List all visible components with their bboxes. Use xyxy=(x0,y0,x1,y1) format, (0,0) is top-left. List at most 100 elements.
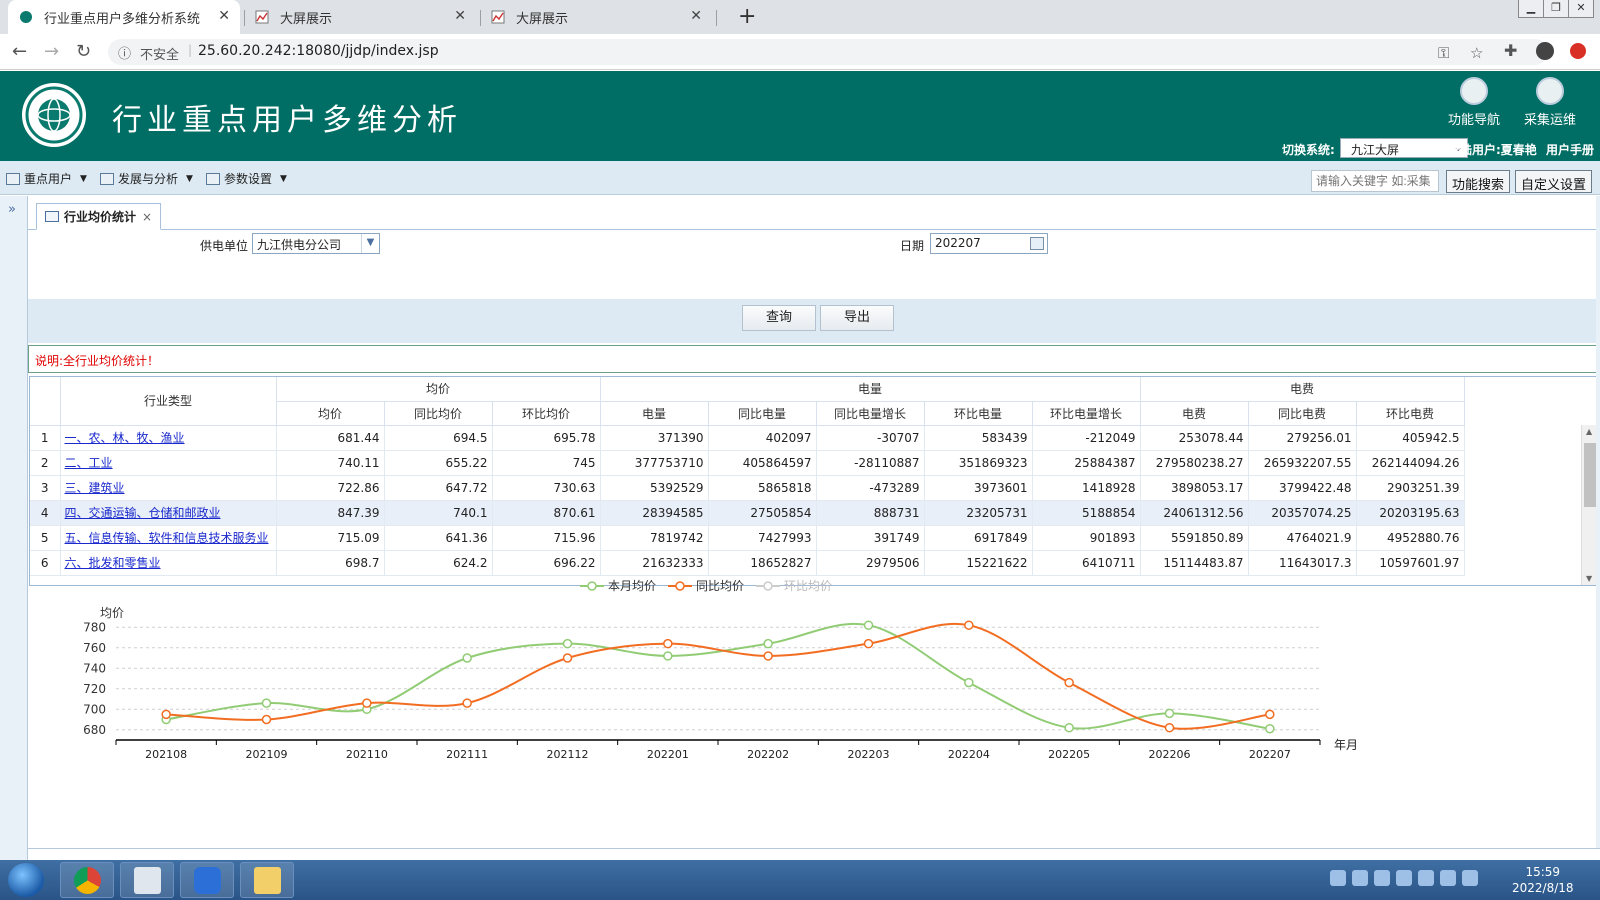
function-search-button[interactable]: 功能搜索 xyxy=(1446,170,1511,193)
nav-tool-button[interactable]: 功能导航 xyxy=(1448,77,1500,128)
custom-settings-button[interactable]: 自定义设置 xyxy=(1515,170,1593,193)
clock[interactable]: 15:59 2022/8/18 xyxy=(1512,864,1574,896)
export-button[interactable]: 导出 xyxy=(820,305,894,331)
calendar-icon[interactable] xyxy=(1030,237,1044,250)
data-point[interactable] xyxy=(562,638,573,649)
industry-link[interactable]: 三、建筑业 xyxy=(65,481,125,495)
browser-tab-2[interactable]: 大屏展示 ✕ xyxy=(244,0,476,34)
data-point[interactable] xyxy=(261,698,272,708)
industry-link[interactable]: 五、信息传输、软件和信息技术服务业 xyxy=(65,531,269,545)
date-input[interactable]: 202207 xyxy=(930,233,1048,254)
ops-tool-button[interactable]: 采集运维 xyxy=(1524,77,1576,128)
data-point[interactable] xyxy=(462,698,472,708)
forward-icon[interactable]: → xyxy=(44,41,59,62)
data-point[interactable] xyxy=(562,653,573,663)
taskbar-calculator[interactable] xyxy=(120,862,174,898)
url-box[interactable]: ⓘ 不安全 | 25.60.20.242:18080/jjdp/index.js… xyxy=(108,39,1548,65)
profile-icon[interactable] xyxy=(1536,42,1554,60)
key-icon[interactable]: ⚿ xyxy=(1438,44,1449,62)
legend-label[interactable]: 本月均价 xyxy=(608,579,656,593)
tray-icon[interactable] xyxy=(1374,870,1390,886)
scroll-thumb[interactable] xyxy=(1584,443,1596,507)
close-icon[interactable]: ✕ xyxy=(454,8,466,24)
column-header[interactable]: 同比电量增长 xyxy=(816,401,925,426)
tray-icon[interactable] xyxy=(1440,870,1456,886)
table-row[interactable]: 1 一、农、林、牧、渔业 681.44 694.5 695.78 371390 402097… xyxy=(30,425,1465,451)
data-point[interactable] xyxy=(964,677,974,688)
volume-icon[interactable] xyxy=(1462,870,1478,886)
legend-marker[interactable] xyxy=(763,581,773,591)
new-tab-button[interactable]: + xyxy=(738,4,756,29)
table-row[interactable]: 6 六、批发和零售业 698.7 624.2 696.22 21632333 1865282… xyxy=(30,550,1465,576)
table-row[interactable]: 5 五、信息传输、软件和信息技术服务业 715.09 641.36 715.96 7819… xyxy=(30,525,1465,551)
column-header[interactable]: 电费 xyxy=(1140,401,1249,426)
unit-select[interactable]: 九江供电分公司 ▼ xyxy=(252,233,380,254)
data-point[interactable] xyxy=(663,651,673,661)
menu-parameters[interactable]: 参数设置 ▼ xyxy=(206,170,287,187)
legend-label[interactable]: 环比均价 xyxy=(784,579,832,593)
table-row[interactable]: 3 三、建筑业 722.86 647.72 730.63 5392529 5865818 -4… xyxy=(30,475,1465,501)
column-header[interactable]: 环比均价 xyxy=(492,401,601,426)
function-search-input[interactable] xyxy=(1311,170,1439,192)
industry-link[interactable]: 六、批发和零售业 xyxy=(65,556,161,570)
data-point[interactable] xyxy=(462,653,472,663)
browser-tab-3[interactable]: 大屏展示 ✕ xyxy=(480,0,712,34)
reload-icon[interactable]: ↻ xyxy=(76,41,91,62)
close-icon[interactable]: × xyxy=(142,210,152,224)
data-point[interactable] xyxy=(161,709,171,720)
data-point[interactable] xyxy=(964,620,974,630)
legend-marker[interactable] xyxy=(587,581,597,591)
data-point[interactable] xyxy=(863,620,874,630)
industry-link[interactable]: 一、农、林、牧、渔业 xyxy=(65,431,185,445)
tray-icon[interactable] xyxy=(1330,870,1346,886)
table-row[interactable]: 2 二、工业 740.11 655.22 745 377753710 405864597 -2… xyxy=(30,450,1465,476)
close-icon[interactable]: ✕ xyxy=(218,8,230,24)
industry-link[interactable]: 四、交通运输、仓储和邮政业 xyxy=(65,506,221,520)
column-header[interactable]: 同比均价 xyxy=(384,401,493,426)
data-point[interactable] xyxy=(1164,722,1175,733)
data-point[interactable] xyxy=(763,651,773,661)
tray-icon[interactable] xyxy=(1352,870,1368,886)
star-icon[interactable]: ☆ xyxy=(1470,44,1483,62)
taskbar-wps[interactable] xyxy=(180,862,234,898)
taskbar-explorer[interactable] xyxy=(240,862,294,898)
data-point[interactable] xyxy=(1064,677,1074,688)
info-icon[interactable]: ⓘ xyxy=(118,43,131,62)
data-point[interactable] xyxy=(261,714,272,725)
data-point[interactable] xyxy=(1265,709,1275,720)
close-icon[interactable]: ✕ xyxy=(690,8,702,24)
column-header[interactable]: 环比电量增长 xyxy=(1032,401,1141,426)
industry-link[interactable]: 二、工业 xyxy=(65,456,113,470)
column-header[interactable]: 同比电量 xyxy=(708,401,817,426)
column-header[interactable]: 均价 xyxy=(276,401,385,426)
update-icon[interactable] xyxy=(1570,43,1586,59)
column-header[interactable]: 环比电费 xyxy=(1356,401,1465,426)
column-header[interactable]: 同比电费 xyxy=(1248,401,1357,426)
url-text[interactable]: 25.60.20.242:18080/jjdp/index.jsp xyxy=(198,43,439,59)
table-row[interactable]: 4 四、交通运输、仓储和邮政业 847.39 740.1 870.61 28394585 2… xyxy=(30,500,1465,526)
menu-key-users[interactable]: 重点用户 ▼ xyxy=(6,170,87,187)
left-collapse-strip[interactable]: » xyxy=(0,196,28,860)
minimize-icon[interactable]: ▁ xyxy=(1518,0,1544,18)
scroll-down-icon[interactable]: ▼ xyxy=(1586,574,1592,583)
legend-marker[interactable] xyxy=(675,581,685,591)
tab-industry-price[interactable]: 行业均价统计 × xyxy=(36,203,162,230)
column-header[interactable]: 环比电量 xyxy=(924,401,1033,426)
data-point[interactable] xyxy=(763,638,773,649)
user-manual-link[interactable]: 用户手册 xyxy=(1546,141,1594,158)
expand-icon[interactable]: » xyxy=(8,202,16,217)
back-icon[interactable]: ← xyxy=(12,41,27,62)
data-point[interactable] xyxy=(1164,708,1175,719)
start-button[interactable] xyxy=(8,863,44,897)
data-point[interactable] xyxy=(362,698,372,708)
data-point[interactable] xyxy=(1265,723,1275,734)
close-window-icon[interactable]: ✕ xyxy=(1568,0,1594,18)
data-point[interactable] xyxy=(663,638,673,649)
data-point[interactable] xyxy=(1064,722,1074,733)
browser-tab-1[interactable]: 行业重点用户多维分析系统 ✕ xyxy=(8,0,240,34)
query-button[interactable]: 查询 xyxy=(742,305,816,331)
data-point[interactable] xyxy=(863,638,874,649)
column-header[interactable]: 电量 xyxy=(600,401,709,426)
tray-icon[interactable] xyxy=(1396,870,1412,886)
legend-label[interactable]: 同比均价 xyxy=(696,579,744,593)
